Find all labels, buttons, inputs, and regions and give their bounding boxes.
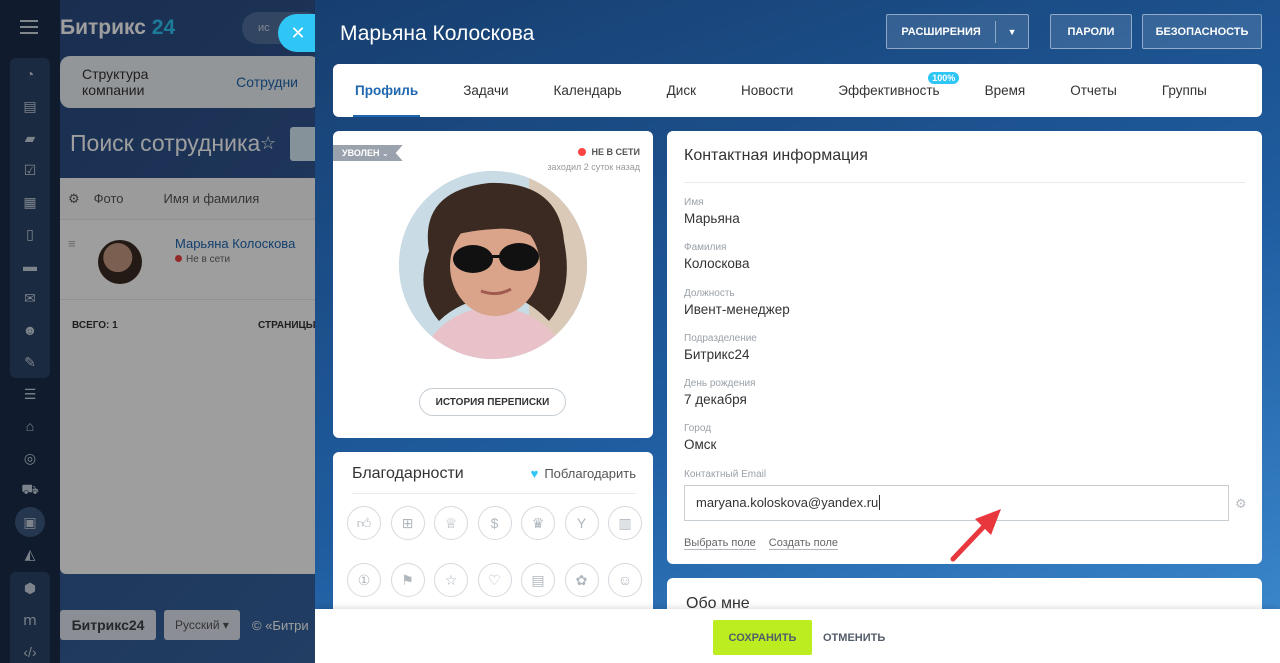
tab-label: Календарь (553, 83, 622, 98)
field-value: Битрикс24 (684, 347, 750, 362)
tab-reports[interactable]: Отчеты (1070, 64, 1117, 117)
extensions-label: РАСШИРЕНИЯ (901, 25, 981, 38)
flag-icon[interactable]: ⚑ (390, 563, 425, 597)
contact-info-title: Контактная информация (684, 147, 868, 164)
passwords-button[interactable]: ПАРОЛИ (1050, 14, 1132, 49)
select-field-link[interactable]: Выбрать поле (684, 537, 756, 550)
smile-icon[interactable]: ☺ (608, 563, 642, 597)
tab-label: Время (984, 83, 1026, 98)
tab-news[interactable]: Новости (741, 64, 793, 117)
profile-photo-card: УВОЛЕН ⌄ НЕ В СЕТИ заходил 2 суток назад… (333, 131, 653, 438)
field-position: Должность Ивент-менеджер (684, 288, 790, 317)
field-label: Контактный Email (684, 469, 767, 480)
efficiency-badge: 100% (928, 72, 960, 84)
tab-label: Эффективность (838, 83, 940, 98)
close-icon[interactable]: ✕ (278, 14, 318, 52)
tab-profile[interactable]: Профиль (352, 64, 421, 117)
field-department: Подразделение Битрикс24 (684, 333, 757, 362)
gratitude-row: 👍︎ ⊞ ♕ $ ♛ Y ▥ (347, 506, 652, 540)
money-icon[interactable]: $ (477, 506, 512, 540)
crown-icon[interactable]: ♛ (521, 506, 555, 540)
tab-efficiency[interactable]: Эффективность 100% (838, 64, 960, 117)
tab-label: Группы (1161, 83, 1207, 98)
tab-label: Диск (666, 83, 696, 98)
thank-link[interactable]: Поблагодарить (531, 466, 636, 481)
field-label: Фамилия (684, 242, 727, 253)
field-label: Имя (684, 197, 704, 208)
chat-history-button[interactable]: ИСТОРИЯ ПЕРЕПИСКИ (419, 388, 566, 416)
gratitude-row: ① ⚑ ☆ ♡ ▤ ✿ ☺ (347, 563, 652, 597)
tab-disk[interactable]: Диск (667, 64, 696, 117)
contact-info-card: Контактная информация Имя Марьяна Фамили… (667, 131, 1262, 564)
tab-label: Задачи (463, 83, 509, 98)
tab-label: Отчеты (1070, 83, 1117, 98)
tab-label: Новости (741, 83, 794, 98)
create-field-link[interactable]: Создать поле (768, 537, 839, 550)
beer-icon[interactable]: ▤ (521, 563, 555, 597)
field-first-name: Имя Марьяна (684, 197, 740, 226)
email-value: maryana.koloskova@yandex.ru (696, 495, 879, 510)
save-button[interactable]: СОХРАНИТЬ (713, 620, 812, 655)
last-seen: заходил 2 суток назад (547, 162, 640, 172)
number-one-icon[interactable]: ① (347, 563, 381, 597)
annotation-arrow-icon (950, 509, 1001, 562)
action-bar: СОХРАНИТЬ ОТМЕНИТЬ (315, 609, 1280, 663)
gift-icon[interactable]: ⊞ (390, 506, 425, 540)
profile-slider: Марьяна Колоскова РАСШИРЕНИЯ ▼ ПАРОЛИ БЕ… (315, 0, 1280, 663)
fired-badge[interactable]: УВОЛЕН ⌄ (333, 145, 403, 161)
field-links: Выбрать поле Создать поле (684, 537, 848, 550)
field-label: Должность (684, 288, 735, 299)
field-last-name: Фамилия Колоскова (684, 242, 749, 271)
field-value: Омск (684, 437, 717, 452)
field-value: Ивент-менеджер (684, 302, 790, 317)
field-label: Подразделение (684, 333, 757, 344)
fired-label: УВОЛЕН (342, 148, 380, 158)
text-caret (879, 495, 881, 510)
cocktail-icon[interactable]: Y (564, 506, 599, 540)
tab-groups[interactable]: Группы (1162, 64, 1207, 117)
gear-icon[interactable]: ⚙ (1235, 496, 1247, 512)
trophy-icon[interactable]: ♕ (434, 506, 468, 540)
cancel-button[interactable]: ОТМЕНИТЬ (823, 620, 885, 655)
divider (352, 493, 636, 494)
star-icon[interactable]: ☆ (434, 563, 468, 597)
panel-title: Марьяна Колоскова (340, 22, 535, 45)
profile-photo-image (399, 171, 587, 359)
chevron-down-icon: ⌄ (381, 148, 389, 158)
thumbs-up-icon[interactable]: 👍︎ (347, 506, 381, 540)
field-city: Город Омск (684, 423, 716, 452)
tab-tasks[interactable]: Задачи (463, 64, 508, 117)
field-value: Марьяна (684, 211, 740, 226)
field-birthday: День рождения 7 декабря (684, 378, 755, 407)
gratitude-title: Благодарности (352, 465, 464, 482)
field-label: День рождения (684, 378, 756, 389)
tab-time[interactable]: Время (985, 64, 1026, 117)
tab-label: Профиль (355, 83, 419, 98)
cake-icon[interactable]: ▥ (608, 506, 642, 540)
security-button[interactable]: БЕЗОПАСНОСТЬ (1142, 14, 1262, 49)
tab-calendar[interactable]: Календарь (554, 64, 622, 117)
profile-tabs: Профиль Задачи Календарь Диск Новости Эф… (333, 64, 1262, 117)
heart-icon[interactable]: ♡ (477, 563, 512, 597)
field-value: 7 декабря (684, 392, 747, 407)
divider (684, 182, 1245, 183)
profile-photo[interactable] (399, 171, 587, 359)
chevron-down-icon[interactable]: ▼ (996, 27, 1028, 37)
extensions-button[interactable]: РАСШИРЕНИЯ ▼ (886, 14, 1029, 49)
field-value: Колоскова (684, 256, 750, 271)
flower-icon[interactable]: ✿ (564, 563, 599, 597)
online-status: НЕ В СЕТИ (578, 147, 640, 157)
field-email: Контактный Email (684, 469, 766, 480)
field-label: Город (684, 423, 712, 434)
